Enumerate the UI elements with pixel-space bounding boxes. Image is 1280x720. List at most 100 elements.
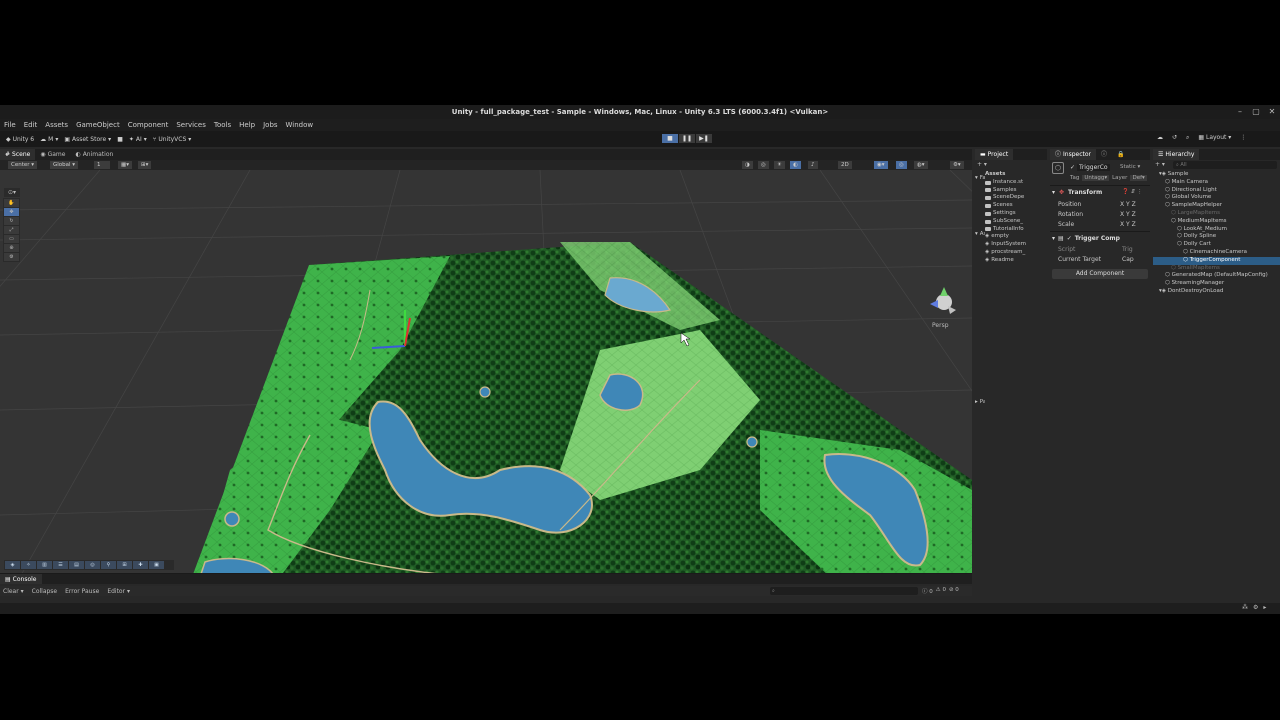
- tab-animation[interactable]: ◐ Animation: [70, 149, 118, 160]
- transform-header[interactable]: ▾ ✥ Transform: [1052, 189, 1102, 196]
- hierarchy-item[interactable]: ⬡ Dolly Spline: [1153, 233, 1280, 241]
- list-item[interactable]: SubScene_: [985, 218, 1047, 226]
- list-item[interactable]: TutorialInfo: [985, 226, 1047, 234]
- hand-tool-icon[interactable]: ✋: [4, 199, 19, 207]
- overlay-tool-6-icon[interactable]: ◎: [85, 561, 100, 569]
- menu-assets[interactable]: Assets: [45, 121, 68, 129]
- menu-jobs[interactable]: Jobs: [263, 121, 277, 129]
- rotate-tool-icon[interactable]: ↻: [4, 217, 19, 225]
- trigger-component-header[interactable]: ▾ ▤ ✓ Trigger Comp: [1052, 235, 1120, 242]
- hierarchy-item[interactable]: ⬡ LookAt_Medium: [1153, 226, 1280, 234]
- list-item[interactable]: ◈ procstream_: [985, 249, 1047, 257]
- hierarchy-item[interactable]: ⬡ SmallMapItems: [1153, 265, 1280, 273]
- scale-fields[interactable]: X Y Z: [1120, 221, 1136, 228]
- tag-dropdown[interactable]: Untagg▾: [1082, 175, 1110, 181]
- menu-window[interactable]: Window: [286, 121, 314, 129]
- camera-icon[interactable]: ◉▾: [874, 161, 888, 169]
- overlay-tool-9-icon[interactable]: ✚: [133, 561, 148, 569]
- project-add-button[interactable]: + ▾: [977, 161, 987, 168]
- progress-icon[interactable]: ▸: [1263, 604, 1266, 611]
- target-field[interactable]: Cap: [1122, 256, 1134, 263]
- component-menu-icon[interactable]: ❓ ⇵ ⋮: [1122, 189, 1142, 195]
- overlay-tool-8-icon[interactable]: ⊞: [117, 561, 132, 569]
- pause-button[interactable]: ❚❚: [679, 134, 695, 143]
- list-item[interactable]: ◈ InputSystem: [985, 241, 1047, 249]
- lock-icon[interactable]: 🔒: [1112, 149, 1129, 160]
- scene-viewport[interactable]: Persp: [0, 170, 972, 577]
- hierarchy-item[interactable]: ⬡ Dolly Cart: [1153, 241, 1280, 249]
- hierarchy-item[interactable]: ⬡ MediumMapItems: [1153, 218, 1280, 226]
- static-dropdown[interactable]: Static ▾: [1120, 164, 1140, 170]
- menu-component[interactable]: Component: [128, 121, 169, 129]
- hierarchy-add-button[interactable]: + ▾: [1155, 161, 1165, 168]
- network-icon[interactable]: ⁂: [1242, 604, 1248, 611]
- overlay-tool-1-icon[interactable]: ◈: [5, 561, 20, 569]
- overlay-tool-10-icon[interactable]: ▣: [149, 561, 164, 569]
- transform-tool-icon[interactable]: ⊕: [4, 244, 19, 252]
- overlay-tool-4-icon[interactable]: ☰: [53, 561, 68, 569]
- editor-dropdown[interactable]: Editor ▾: [107, 588, 130, 595]
- history-icon[interactable]: ↺: [1172, 134, 1177, 142]
- tab-hierarchy[interactable]: ☰ Hierarchy: [1153, 149, 1200, 160]
- error-count[interactable]: ⊘ 0: [949, 587, 959, 595]
- list-item[interactable]: Samples: [985, 187, 1047, 195]
- minimize-icon[interactable]: –: [1234, 105, 1246, 119]
- tab-console[interactable]: ▤ Console: [0, 574, 42, 584]
- tree-item[interactable]: ▾ As: [975, 231, 985, 239]
- list-item[interactable]: Scenes: [985, 202, 1047, 210]
- hierarchy-item[interactable]: ▾◈ Sample: [1153, 171, 1280, 179]
- play-button[interactable]: ■: [662, 134, 678, 143]
- list-item[interactable]: ◈ Readme: [985, 257, 1047, 265]
- menu-gameobject[interactable]: GameObject: [76, 121, 120, 129]
- menu-edit[interactable]: Edit: [24, 121, 38, 129]
- move-tool-icon[interactable]: ✥: [4, 208, 19, 216]
- script-field[interactable]: Trig: [1122, 246, 1133, 253]
- tab-scene[interactable]: # Scene: [0, 149, 36, 160]
- render-mode-icon[interactable]: ◎: [758, 161, 769, 169]
- menu-file[interactable]: File: [4, 121, 16, 129]
- account-button[interactable]: ◆ Unity 6: [6, 136, 34, 143]
- settings-icon[interactable]: ⚙: [1253, 604, 1258, 611]
- hierarchy-item[interactable]: ⬡ LargeMapItems: [1153, 210, 1280, 218]
- tab-project[interactable]: ▬ Project: [975, 149, 1014, 160]
- tree-item[interactable]: ▸ Pa: [975, 399, 985, 407]
- effects-icon[interactable]: ◐: [790, 161, 801, 169]
- visibility-icon[interactable]: ◎: [896, 161, 907, 169]
- hierarchy-item[interactable]: ⬡ Directional Light: [1153, 187, 1280, 195]
- hierarchy-item[interactable]: ⬡ StreamingManager: [1153, 280, 1280, 288]
- tab-inspector[interactable]: ⓘ Inspector: [1050, 149, 1097, 160]
- close-icon[interactable]: ✕: [1266, 105, 1278, 119]
- menu-help[interactable]: Help: [239, 121, 255, 129]
- hierarchy-item[interactable]: ⬡ CinemachineCamera: [1153, 249, 1280, 257]
- list-item[interactable]: Instance.st: [985, 179, 1047, 187]
- hierarchy-item[interactable]: ⬡ GeneratedMap (DefaultMapConfig): [1153, 272, 1280, 280]
- hierarchy-item[interactable]: ⬡ SampleMapHelper: [1153, 202, 1280, 210]
- search-icon[interactable]: ⌕: [1186, 134, 1189, 142]
- 2d-toggle[interactable]: 2D: [838, 161, 852, 169]
- menu-services[interactable]: Services: [176, 121, 206, 129]
- collapse-button[interactable]: Collapse: [32, 588, 58, 595]
- overlay-tool-2-icon[interactable]: ✧: [21, 561, 36, 569]
- hierarchy-search-input[interactable]: ⌕ All: [1173, 161, 1277, 169]
- hierarchy-item[interactable]: ▾◈ DontDestroyOnLoad: [1153, 288, 1280, 296]
- overlay-tool-5-icon[interactable]: ▤: [69, 561, 84, 569]
- scale-tool-icon[interactable]: ⤢: [4, 226, 19, 234]
- step-button[interactable]: ▶❚: [696, 134, 712, 143]
- overlay-tool-3-icon[interactable]: ▥: [37, 561, 52, 569]
- add-component-button[interactable]: Add Component: [1052, 269, 1148, 279]
- active-checkbox[interactable]: ✓: [1070, 164, 1075, 171]
- overlay-tool-7-icon[interactable]: ⚲: [101, 561, 116, 569]
- enabled-checkbox[interactable]: ✓: [1067, 235, 1072, 242]
- tree-item[interactable]: ▾ Fa: [975, 175, 985, 183]
- hierarchy-item[interactable]: ⬡ Main Camera: [1153, 179, 1280, 187]
- info-count[interactable]: ⓘ 0: [922, 587, 933, 595]
- vcs-button[interactable]: ⑂ UnityVCS ▾: [153, 136, 192, 143]
- cloud-services-icon[interactable]: ☁: [1157, 134, 1163, 142]
- user-button[interactable]: ☁ M ▾: [40, 136, 58, 143]
- list-item[interactable]: Settings: [985, 210, 1047, 218]
- object-name-field[interactable]: TriggerCo: [1077, 164, 1110, 171]
- rect-tool-icon[interactable]: ▭: [4, 235, 19, 243]
- position-fields[interactable]: X Y Z: [1120, 201, 1136, 208]
- hierarchy-item[interactable]: ⬡ Global Volume: [1153, 194, 1280, 202]
- gizmos-icon[interactable]: ◍▾: [914, 161, 928, 169]
